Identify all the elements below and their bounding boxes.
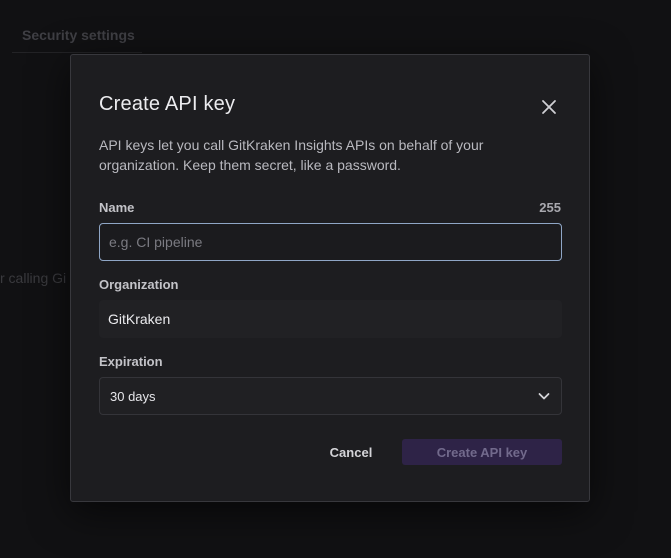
expiration-selected-value: 30 days xyxy=(110,388,156,404)
create-api-key-button[interactable]: Create API key xyxy=(402,439,562,465)
organization-field: GitKraken xyxy=(99,300,562,338)
expiration-label: Expiration xyxy=(99,354,163,369)
create-api-key-dialog: Create API key API keys let you call Git… xyxy=(70,54,590,502)
page: Security settings r calling Gi Create AP… xyxy=(0,0,671,558)
close-icon xyxy=(542,100,556,114)
tab-underline xyxy=(12,52,142,53)
organization-label: Organization xyxy=(99,277,179,292)
close-button[interactable] xyxy=(537,95,561,119)
dialog-description: API keys let you call GitKraken Insights… xyxy=(99,137,484,173)
name-label: Name xyxy=(99,200,135,215)
name-char-count: 255 xyxy=(539,200,561,215)
name-input[interactable] xyxy=(99,223,562,261)
cancel-button[interactable]: Cancel xyxy=(315,439,387,465)
chevron-down-icon xyxy=(538,393,550,400)
dialog-title: Create API key xyxy=(99,93,236,115)
tab-security-settings[interactable]: Security settings xyxy=(22,27,135,43)
organization-value: GitKraken xyxy=(108,311,171,327)
expiration-select[interactable]: 30 days xyxy=(99,377,562,415)
background-text: r calling Gi xyxy=(0,270,67,286)
